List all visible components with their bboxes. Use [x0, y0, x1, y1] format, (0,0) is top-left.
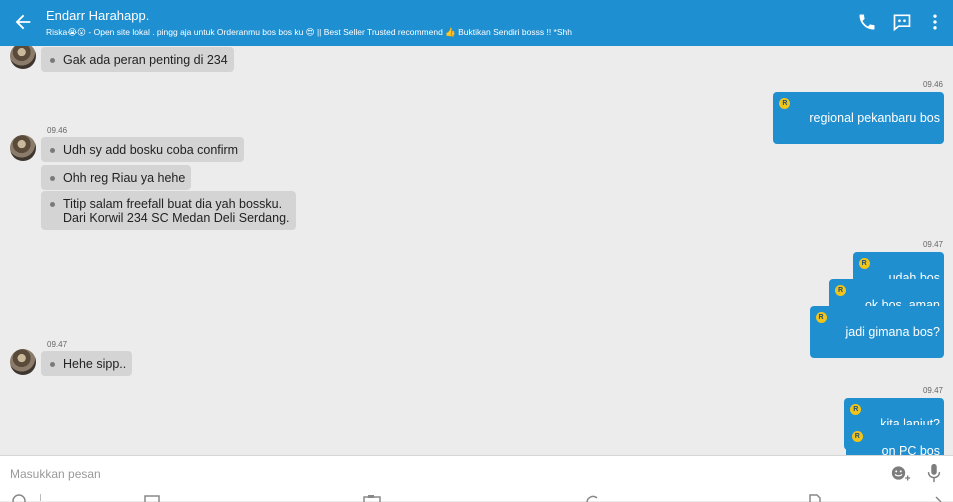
contact-avatar[interactable] — [10, 349, 36, 375]
message-incoming[interactable]: Hehe sipp.. — [41, 351, 133, 376]
message-timestamp: 09.46 — [922, 80, 943, 89]
refresh-icon[interactable] — [583, 492, 601, 502]
message-timestamp: 09.47 — [922, 386, 943, 395]
emoji-add-icon[interactable] — [891, 464, 911, 482]
message-incoming[interactable]: Gak ada peran penting di 234 — [41, 47, 234, 72]
contact-avatar[interactable] — [10, 135, 36, 161]
message-outgoing[interactable]: Rregional pekanbaru bos — [773, 92, 944, 144]
more-vert-icon[interactable] — [925, 12, 945, 32]
r-badge-icon: R — [779, 98, 791, 109]
document-icon[interactable] — [806, 492, 824, 502]
gallery-icon[interactable] — [143, 492, 161, 502]
chat-status-message: Riska😭😮 - Open site lokal . pingg aja un… — [46, 27, 572, 37]
microphone-icon[interactable] — [926, 463, 942, 483]
message-timestamp: 09.47 — [922, 240, 943, 249]
chat-title[interactable]: Endarr Harahapp. — [46, 8, 149, 23]
message-timestamp: 09.47 — [47, 340, 68, 349]
message-text: jadi gimana bos? — [845, 325, 940, 339]
message-outgoing[interactable]: Ron PC bos — [845, 425, 944, 455]
app-header: Endarr Harahapp. Riska😭😮 - Open site lok… — [0, 0, 953, 46]
message-list[interactable]: Gak ada peran penting di 234 09.46 Rregi… — [0, 46, 953, 455]
chevron-right-icon[interactable] — [930, 492, 948, 502]
message-timestamp: 09.46 — [47, 126, 68, 135]
message-incoming[interactable]: Udh sy add bosku coba confirm — [41, 137, 245, 162]
camera-icon[interactable] — [363, 492, 381, 502]
r-badge-icon: R — [851, 431, 863, 442]
phone-icon[interactable] — [857, 12, 877, 32]
message-text: regional pekanbaru bos — [809, 111, 940, 125]
chat-bubble-icon[interactable] — [892, 12, 912, 32]
r-badge-icon: R — [850, 404, 862, 415]
r-badge-icon: R — [858, 258, 870, 269]
composer-bar — [0, 455, 953, 502]
back-arrow-icon[interactable] — [12, 11, 34, 33]
sticker-icon[interactable] — [10, 492, 28, 502]
message-input[interactable] — [8, 465, 862, 483]
message-outgoing[interactable]: Rjadi gimana bos? — [809, 306, 944, 358]
message-incoming[interactable]: Titip salam freefall buat dia yah bossku… — [41, 191, 296, 230]
r-badge-icon: R — [835, 285, 847, 296]
contact-avatar[interactable] — [10, 46, 36, 69]
message-incoming[interactable]: Ohh reg Riau ya hehe — [41, 165, 192, 190]
message-text: on PC bos — [881, 444, 940, 455]
r-badge-icon: R — [815, 312, 827, 323]
